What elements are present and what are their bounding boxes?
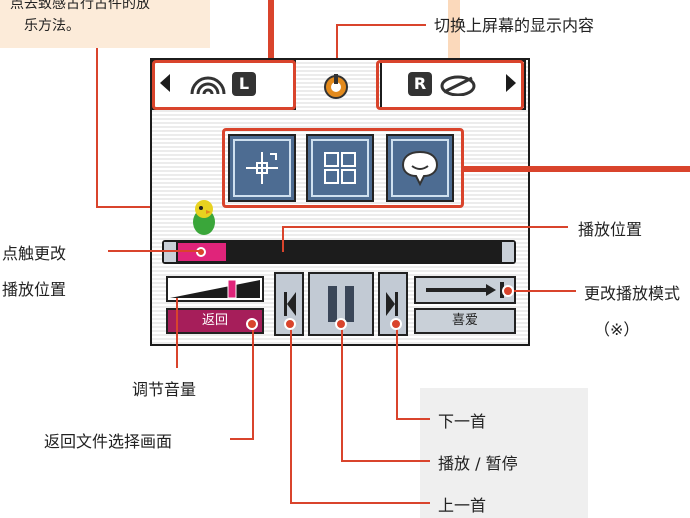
play-mode-button[interactable] bbox=[414, 276, 516, 304]
seek-bar-left-cap bbox=[164, 242, 176, 262]
pause-dot bbox=[335, 318, 347, 330]
right-arrow-icon[interactable] bbox=[506, 74, 516, 92]
left-arrow-icon[interactable] bbox=[160, 74, 170, 92]
seek-bar-right-cap bbox=[502, 242, 514, 262]
grid-tile[interactable] bbox=[306, 134, 374, 202]
callout-line-next-h bbox=[396, 418, 430, 420]
volume-slider[interactable] bbox=[166, 276, 264, 302]
prev-dot bbox=[284, 318, 296, 330]
callout-line-mode bbox=[508, 290, 576, 292]
move-icon bbox=[246, 152, 278, 184]
favorite-button[interactable]: 喜爱 bbox=[414, 308, 516, 334]
label-tap-change-1: 点触更改 bbox=[2, 244, 67, 263]
callout-line-switch-h bbox=[336, 24, 426, 26]
bird-icon bbox=[190, 198, 218, 236]
callout-line-bird-v bbox=[96, 48, 98, 208]
callout-box-top-left: 点去致感古行古件的放 乐方法。 bbox=[0, 0, 210, 48]
left-tab-letter: L bbox=[238, 74, 250, 93]
satellite-icon bbox=[440, 72, 476, 97]
mode-dot bbox=[502, 285, 514, 297]
back-button-label: 返回 bbox=[201, 313, 228, 328]
callout-line-pause-v bbox=[341, 324, 343, 462]
left-tab-letter-badge: L bbox=[232, 72, 256, 96]
callout-line-pause-h bbox=[341, 460, 430, 462]
play-mode-icon bbox=[426, 282, 504, 298]
label-volume: 调节音量 bbox=[132, 380, 197, 399]
label-tap-change-2: 播放位置 bbox=[2, 280, 67, 299]
back-dot bbox=[246, 318, 258, 330]
logo-icon[interactable] bbox=[322, 72, 350, 100]
bubble-tile[interactable] bbox=[386, 134, 454, 202]
callout-line-seek-tap bbox=[108, 250, 200, 252]
callout-line-seekpos-h bbox=[282, 226, 568, 228]
label-mode-note: （※） bbox=[594, 320, 640, 339]
favorite-button-label: 喜爱 bbox=[451, 313, 478, 328]
label-change-mode: 更改播放模式 bbox=[584, 284, 681, 303]
volume-ramp-icon bbox=[170, 279, 260, 299]
label-next: 下一首 bbox=[438, 412, 487, 431]
move-tile[interactable] bbox=[228, 134, 296, 202]
callout-line-seek-h bbox=[200, 251, 202, 252]
label-seek-position: 播放位置 bbox=[578, 220, 643, 239]
speaker-icon bbox=[190, 72, 226, 96]
label-play-pause: 播放 / 暂停 bbox=[438, 454, 518, 473]
right-tab-letter: R bbox=[413, 74, 427, 93]
callout-line-next-v bbox=[396, 324, 398, 420]
callout-line-top bbox=[268, 0, 274, 58]
seek-handle-dot bbox=[196, 247, 206, 257]
callout-line-prev-h bbox=[290, 502, 430, 504]
callout-line-seekpos-v bbox=[282, 226, 284, 252]
callout-line-tiles bbox=[464, 166, 690, 172]
grid-icon bbox=[324, 152, 356, 184]
callout-line-volume bbox=[176, 298, 178, 368]
label-back-to-file: 返回文件选择画面 bbox=[44, 432, 173, 451]
callout-line-prev-v bbox=[290, 324, 292, 504]
speech-bubble-icon bbox=[401, 150, 439, 187]
callout-line-back-h bbox=[230, 438, 254, 440]
label-switch-upper: 切换上屏幕的显示内容 bbox=[434, 16, 595, 35]
next-dot bbox=[390, 318, 402, 330]
callout-line-back-v bbox=[252, 324, 254, 440]
label-prev: 上一首 bbox=[438, 496, 487, 515]
right-tab-letter-badge: R bbox=[408, 72, 432, 96]
